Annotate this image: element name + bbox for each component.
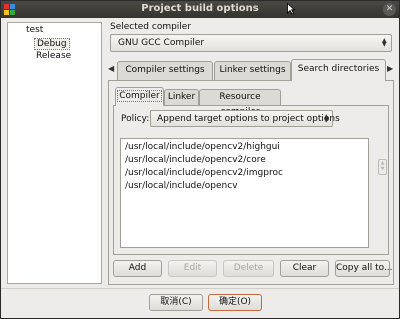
title-bar[interactable]: Project build options ✕ [1, 1, 399, 18]
policy-select[interactable]: Append target options to project options… [150, 110, 340, 127]
clear-button[interactable]: Clear [280, 260, 329, 277]
reorder-spin-icon[interactable]: ▲ ▼ [378, 159, 387, 175]
mouse-cursor-icon [287, 3, 295, 15]
delete-button[interactable]: Delete [223, 260, 274, 277]
tab-scroll-right-icon[interactable]: ▶ [387, 64, 393, 73]
project-build-options-window: Project build options ✕ test Debug Relea… [0, 0, 400, 319]
tree-item-release[interactable]: Release [36, 51, 71, 61]
subtab-resource-compiler[interactable]: Resource compiler [199, 89, 281, 117]
tree-item-debug[interactable]: Debug [34, 38, 70, 50]
compiler-select[interactable]: GNU GCC Compiler ▲ ▼ [110, 34, 392, 52]
subtab-compiler-label: Compiler [117, 90, 162, 102]
tree-item-test[interactable]: test [26, 25, 43, 35]
window-title: Project build options [141, 3, 259, 14]
policy-label: Policy: [121, 114, 150, 124]
list-item[interactable]: /usr/local/include/opencv2/highgui [125, 142, 280, 152]
copy-all-to-button[interactable]: Copy all to... [335, 260, 393, 277]
tab-linker-settings[interactable]: Linker settings [214, 61, 291, 80]
list-item[interactable]: /usr/local/include/opencv [125, 181, 238, 191]
cancel-button[interactable]: 取消(C) [149, 294, 203, 311]
updown-arrows-icon: ▲ ▼ [324, 113, 329, 124]
list-item[interactable]: /usr/local/include/opencv2/imgproc [125, 168, 283, 178]
close-icon[interactable]: ✕ [383, 3, 396, 16]
list-item[interactable]: /usr/local/include/opencv2/core [125, 155, 266, 165]
ok-button[interactable]: 确定(O) [208, 294, 262, 311]
selected-compiler-label: Selected compiler [110, 22, 192, 32]
updown-arrows-icon: ▲ ▼ [382, 37, 387, 48]
policy-select-value: Append target options to project options [157, 114, 340, 124]
compiler-select-value: GNU GCC Compiler [118, 38, 205, 48]
directory-list[interactable]: /usr/local/include/opencv2/highgui /usr/… [120, 138, 369, 248]
tab-search-directories[interactable]: Search directories [291, 59, 386, 81]
tab-scroll-left-icon[interactable]: ◀ [108, 64, 114, 73]
build-target-tree[interactable]: test Debug Release [7, 22, 102, 284]
divider [1, 288, 399, 289]
add-button[interactable]: Add [113, 260, 162, 277]
tab-compiler-settings[interactable]: Compiler settings [117, 61, 213, 80]
edit-button[interactable]: Edit [168, 260, 217, 277]
subtab-compiler[interactable]: Compiler [115, 87, 164, 106]
subtab-linker[interactable]: Linker [164, 89, 199, 106]
